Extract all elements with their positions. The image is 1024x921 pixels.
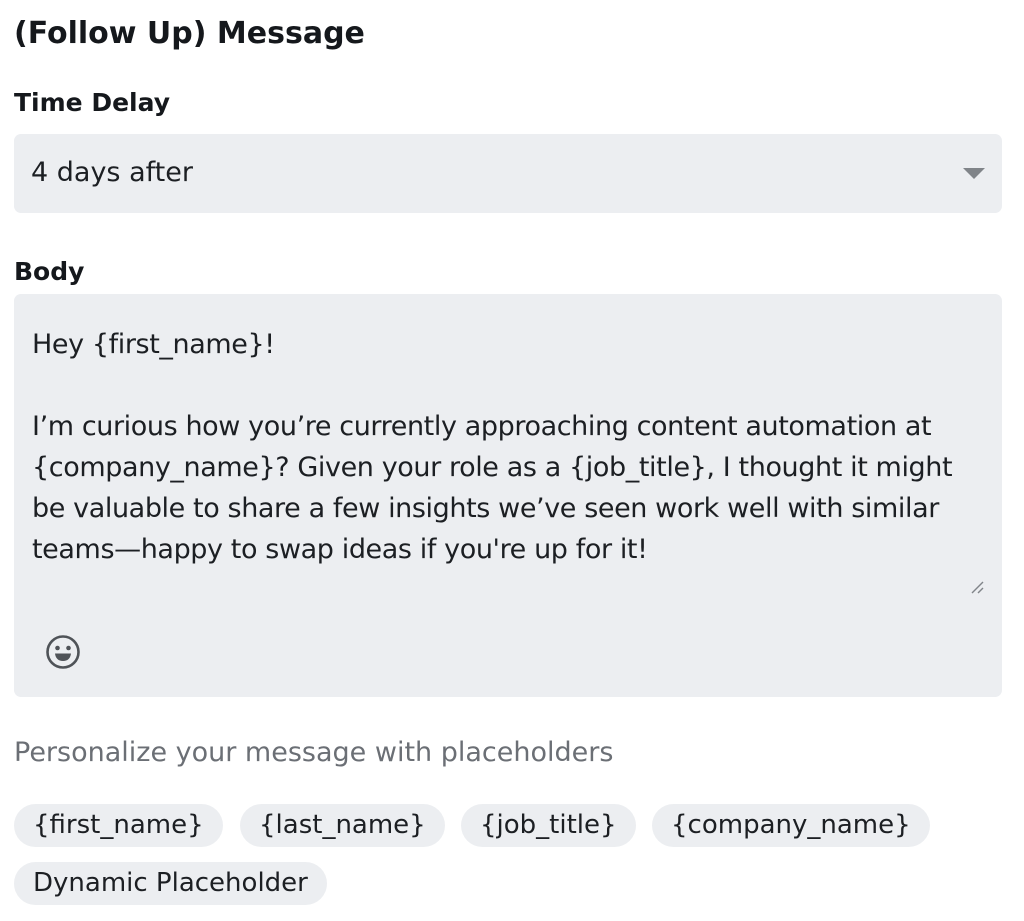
body-textarea[interactable]: Hey {first_name}! I’m curious how you’re… (32, 324, 988, 570)
body-field: Hey {first_name}! I’m curious how you’re… (14, 294, 1002, 697)
placeholder-chip-dynamic[interactable]: Dynamic Placeholder (14, 862, 327, 905)
time-delay-selected-value: 4 days after (31, 157, 193, 188)
form-title: (Follow Up) Message (14, 16, 365, 51)
time-delay-label: Time Delay (14, 88, 171, 117)
time-delay-select[interactable]: 4 days after (14, 134, 1002, 213)
placeholder-chip-job-title[interactable]: {job_title} (461, 804, 636, 847)
placeholder-chip-company-name[interactable]: {company_name} (652, 804, 930, 847)
smiley-face-icon[interactable] (45, 634, 81, 670)
resize-handle-icon[interactable] (970, 580, 984, 594)
body-label: Body (14, 257, 85, 286)
placeholders-helper-text: Personalize your message with placeholde… (14, 737, 614, 768)
placeholder-chip-last-name[interactable]: {last_name} (240, 804, 445, 847)
placeholder-chip-first-name[interactable]: {first_name} (14, 804, 223, 847)
caret-down-icon (963, 168, 985, 179)
